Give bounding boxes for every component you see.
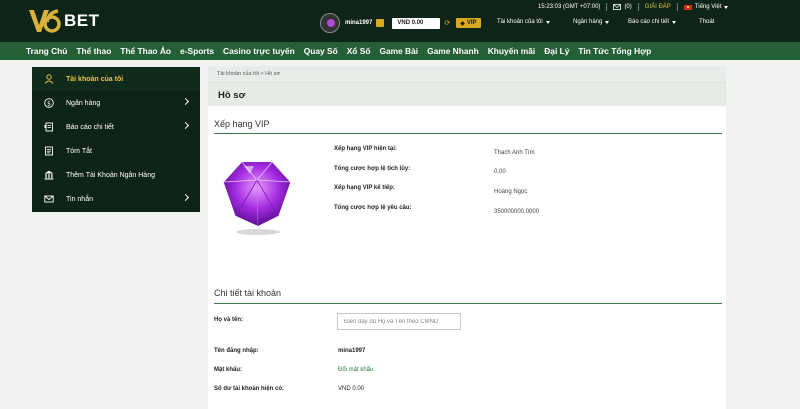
sidebar-item-add-bank[interactable]: Thêm Tài Khoản Ngân Hàng	[32, 163, 200, 187]
chevron-right-icon	[181, 97, 190, 106]
nav-item-fast-games[interactable]: Game Nhanh	[427, 46, 479, 56]
diamond-icon: ◆	[460, 20, 465, 27]
vip-current-label: Xếp hạng VIP hiện tại:	[334, 146, 397, 152]
vietnam-flag-icon	[683, 4, 692, 10]
main-nav: Trang Chủ Thể thao Thể Thao Ảo e-Sports …	[0, 42, 800, 60]
breadcrumb: Tài khoản của tôi > Hồ sơ	[208, 66, 726, 82]
help-link[interactable]: GIẢI ĐÁP	[645, 4, 671, 10]
bank-icon	[44, 170, 54, 180]
vip-section-title: Xếp hạng VIP	[214, 119, 270, 129]
menu-bank[interactable]: Ngân hàng	[573, 19, 610, 25]
chevron-down-icon	[545, 20, 550, 24]
account-sidebar: Tài khoản của tôi $ Ngân hàng Báo cáo ch…	[32, 67, 200, 212]
balance-label: Số dư tài khoản hiện có:	[214, 386, 285, 392]
nav-item-promotions[interactable]: Khuyến mãi	[488, 46, 535, 56]
chevron-down-icon	[605, 20, 610, 24]
sidebar-item-label: Ngân hàng	[66, 99, 101, 107]
nav-item-card-games[interactable]: Game Bài	[379, 46, 418, 56]
report-icon	[44, 122, 54, 132]
vip-next-value: Hoàng Ngọc	[494, 189, 528, 195]
menu-account-label: Tài khoản của tôi	[497, 19, 543, 25]
logout-link[interactable]: Thoát	[699, 19, 714, 25]
sidebar-item-label: Tài khoản của tôi	[66, 75, 124, 83]
vip-button[interactable]: ◆ VIP	[456, 18, 481, 28]
avatar[interactable]	[320, 13, 340, 33]
sidebar-item-my-account[interactable]: Tài khoản của tôi	[32, 67, 200, 91]
chevron-down-icon	[672, 20, 677, 24]
sidebar-item-label: Báo cáo chi tiết	[66, 123, 114, 131]
menu-report[interactable]: Báo cáo chi tiết	[628, 19, 677, 25]
vip-required-label: Tổng cược hợp lệ yêu cầu:	[334, 205, 412, 211]
nav-item-lottery[interactable]: Xổ Số	[347, 46, 371, 56]
svg-text:$: $	[47, 100, 51, 107]
username-value: mina1997	[338, 348, 366, 354]
sidebar-item-summary[interactable]: Tóm Tắt	[32, 139, 200, 163]
summary-icon	[44, 146, 54, 156]
language-selector[interactable]: Tiếng Việt	[695, 4, 722, 10]
sidebar-item-label: Thêm Tài Khoản Ngân Hàng	[66, 171, 155, 179]
fullname-label: Họ và tên:	[214, 317, 244, 323]
user-info: mina1997 VND 0.00 ⟳ ◆ VIP	[320, 13, 481, 33]
page-title: Hồ sơ	[208, 82, 726, 106]
level-badge-icon	[376, 19, 385, 27]
refresh-icon[interactable]: ⟳	[444, 19, 450, 27]
sidebar-item-report[interactable]: Báo cáo chi tiết	[32, 115, 200, 139]
vip-section-divider	[214, 133, 722, 134]
site-header: BET 15:23:03 (GMT +07:00) (0) GIẢI ĐÁP T…	[0, 0, 800, 42]
sidebar-item-bank[interactable]: $ Ngân hàng	[32, 91, 200, 115]
username-label: mina1997	[345, 20, 373, 26]
logo-text: BET	[64, 11, 100, 30]
balance-display: VND 0.00	[392, 17, 441, 29]
dollar-icon: $	[44, 98, 54, 108]
nav-item-esports[interactable]: e-Sports	[180, 46, 214, 56]
account-section-divider	[214, 303, 722, 304]
nav-item-lottery-draw[interactable]: Quay Số	[304, 46, 338, 56]
menu-report-label: Báo cáo chi tiết	[628, 19, 670, 25]
chevron-right-icon	[181, 193, 190, 202]
nav-item-sports[interactable]: Thể thao	[76, 46, 111, 56]
vip-gem-icon	[223, 161, 291, 235]
v6-logo-icon	[29, 9, 61, 33]
mail-icon[interactable]	[613, 4, 622, 10]
nav-item-agent[interactable]: Đại Lý	[544, 46, 569, 56]
vip-total-bet-label: Tổng cược hợp lệ tích lũy:	[334, 166, 411, 172]
top-utility-bar: 15:23:03 (GMT +07:00) (0) GIẢI ĐÁP Tiếng…	[538, 3, 729, 11]
menu-bank-label: Ngân hàng	[573, 19, 603, 25]
balance-value: VND 0.00	[338, 386, 365, 392]
sidebar-item-label: Tóm Tắt	[66, 147, 92, 155]
profile-panel: Tài khoản của tôi > Hồ sơ Hồ sơ Xếp hạng…	[208, 66, 726, 409]
menu-account[interactable]: Tài khoản của tôi	[497, 19, 550, 25]
clock-text: 15:23:03 (GMT +07:00)	[538, 4, 601, 10]
nav-item-home[interactable]: Trang Chủ	[26, 46, 67, 56]
sidebar-item-label: Tin nhắn	[66, 195, 93, 203]
change-password-link[interactable]: Đổi mật khẩu	[338, 367, 373, 373]
username-field-label: Tên đăng nhập:	[214, 348, 259, 354]
nav-item-casino[interactable]: Casino trực tuyến	[223, 46, 295, 56]
logout-label: Thoát	[699, 19, 715, 25]
vip-total-bet-value: 0.00	[494, 169, 506, 175]
vip-required-value: 350000000.0000	[494, 209, 540, 215]
user-icon	[44, 74, 54, 84]
logo[interactable]: BET	[27, 7, 100, 35]
vip-current-value: Thạch Anh Tím	[494, 150, 535, 156]
message-count[interactable]: (0)	[624, 4, 631, 10]
mail-icon	[44, 194, 54, 204]
account-section-title: Chi tiết tài khoản	[214, 288, 282, 298]
vip-label: VIP	[466, 20, 477, 26]
password-label: Mật khẩu:	[214, 367, 243, 373]
fullname-input[interactable]	[337, 313, 461, 330]
chevron-down-icon	[724, 5, 729, 9]
nav-item-news[interactable]: Tin Tức Tổng Hợp	[578, 46, 651, 56]
vip-next-label: Xếp hạng VIP kế tiếp:	[334, 185, 395, 191]
sidebar-item-messages[interactable]: Tin nhắn	[32, 187, 200, 211]
chevron-right-icon	[181, 121, 190, 130]
nav-item-virtual-sports[interactable]: Thể Thao Ảo	[120, 46, 171, 56]
